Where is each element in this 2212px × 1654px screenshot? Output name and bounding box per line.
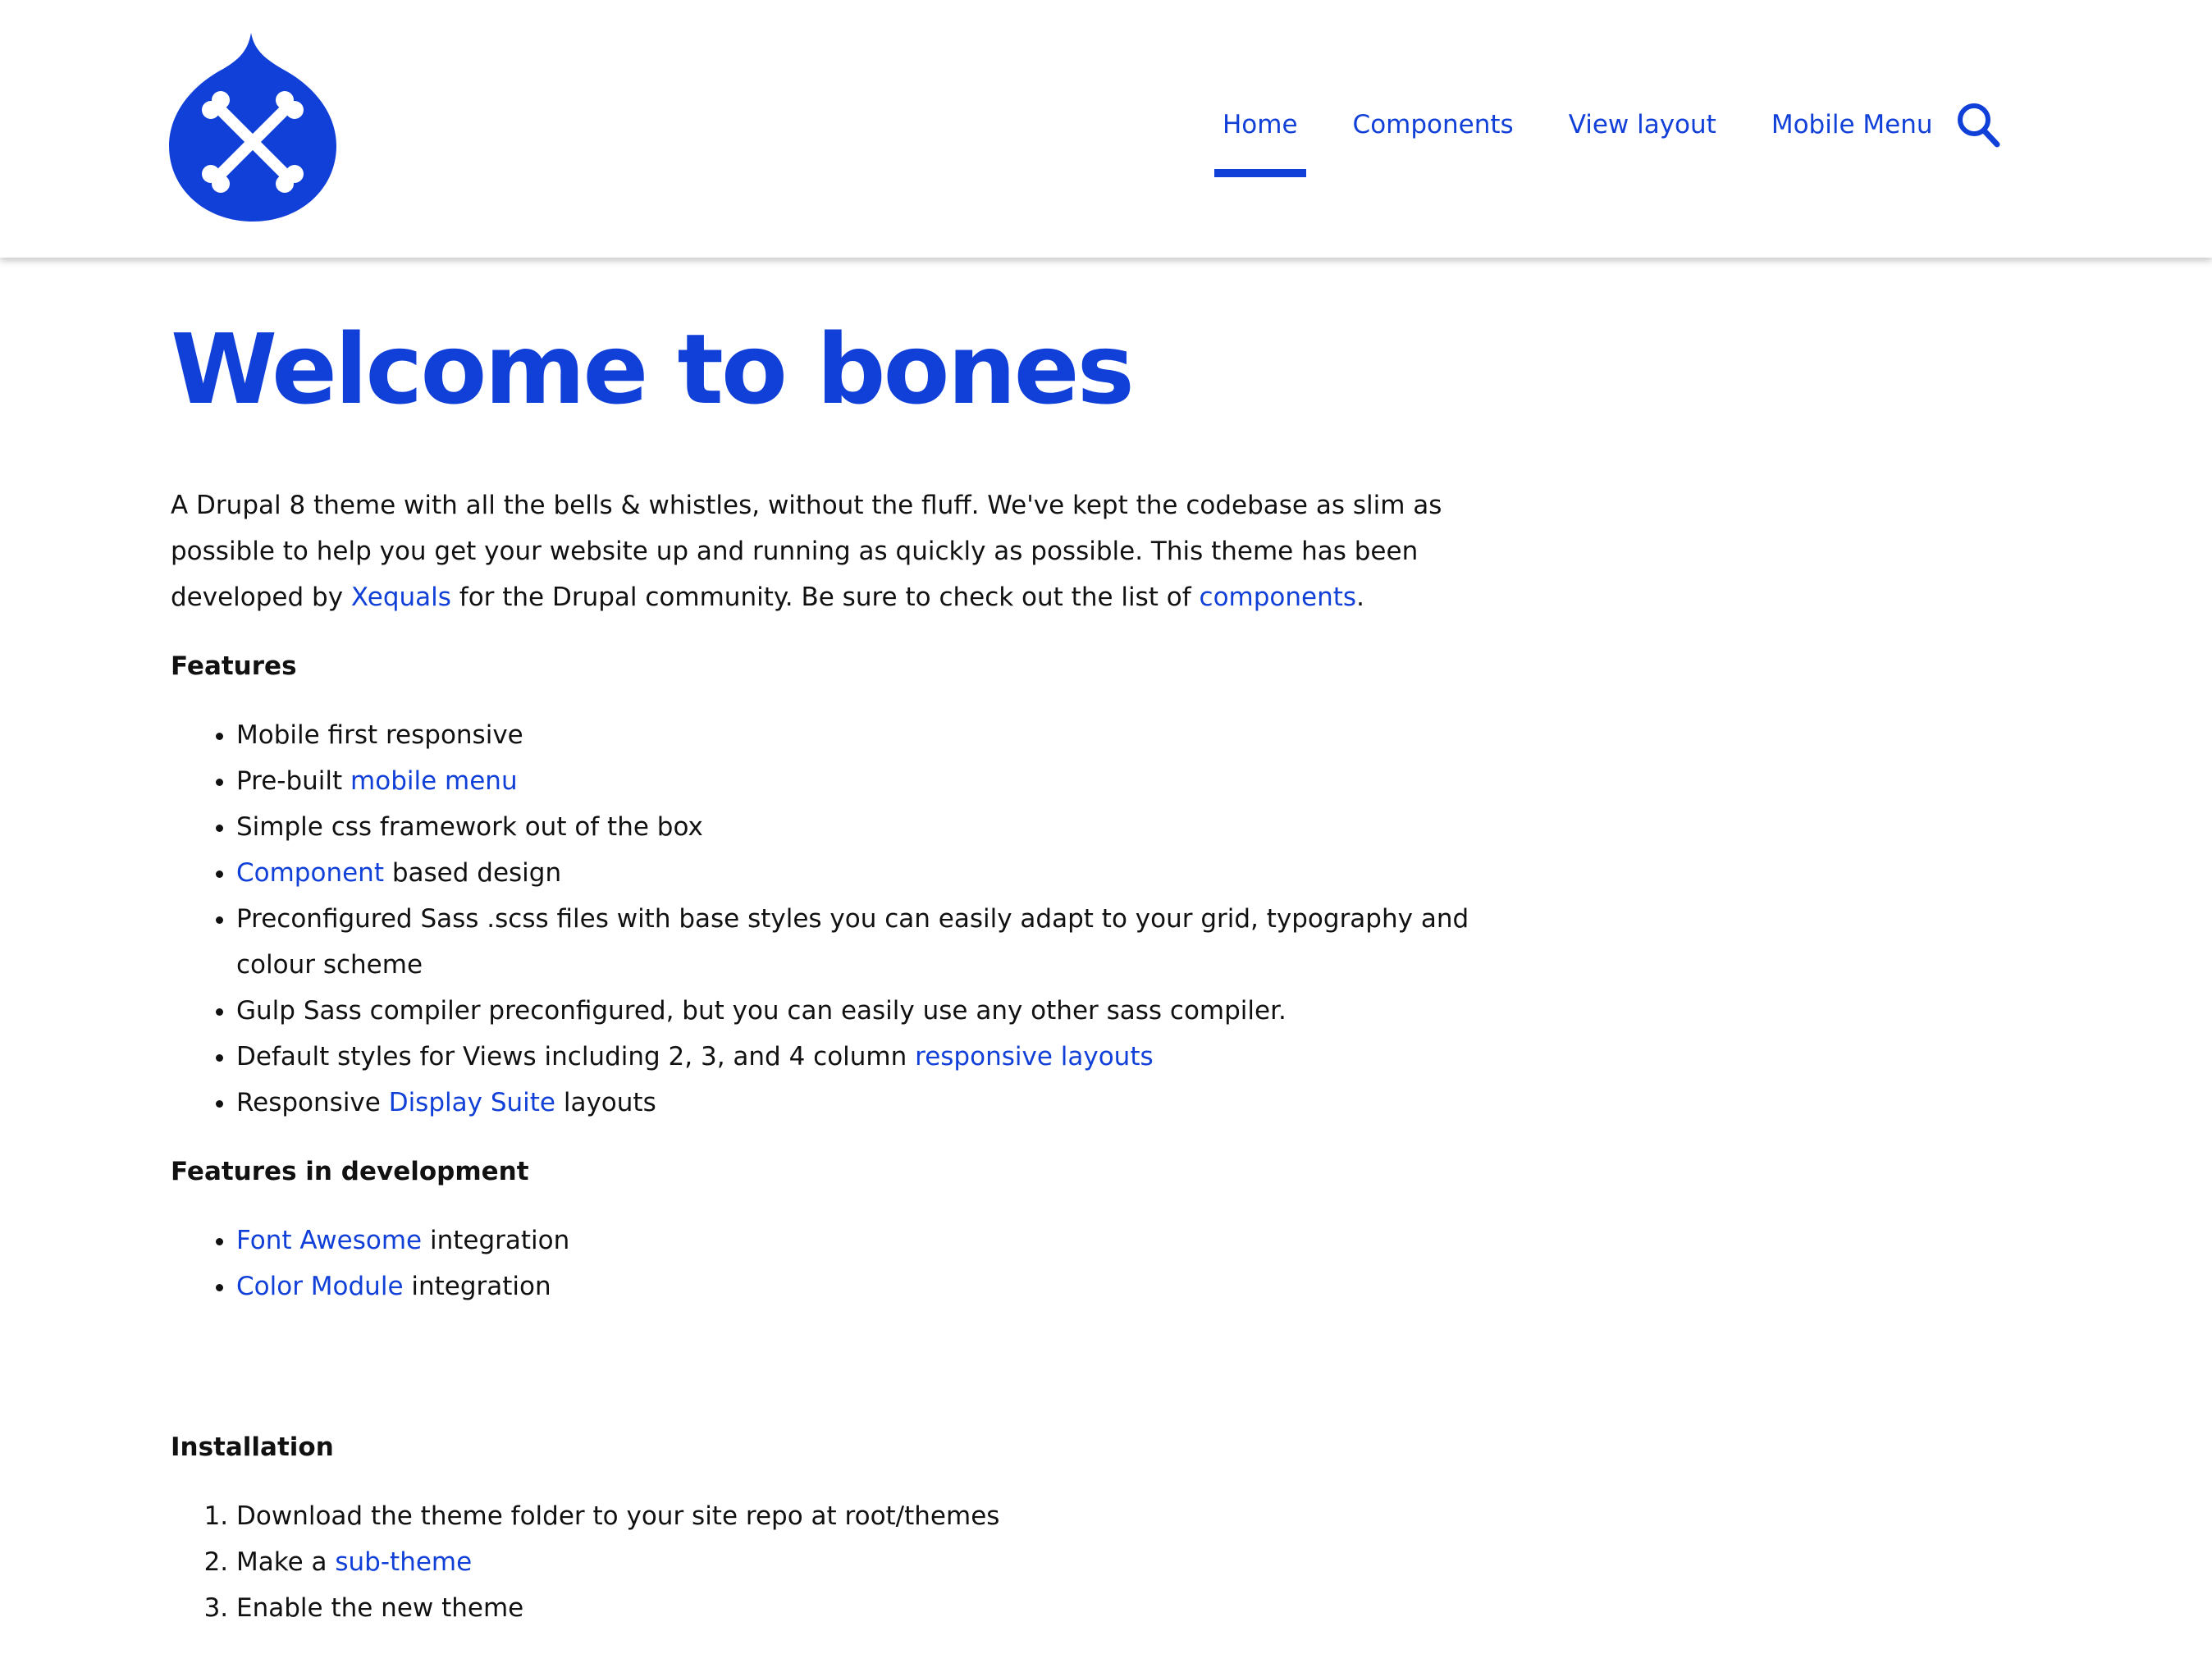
list-item: Gulp Sass compiler preconfigured, but yo… — [236, 988, 1483, 1034]
list-item: Download the theme folder to your site r… — [236, 1493, 1483, 1539]
main-content: Welcome to bones A Drupal 8 theme with a… — [171, 312, 1483, 1654]
list-item-text: Download the theme folder to your site r… — [236, 1501, 1000, 1531]
list-item-text: Simple css framework out of the box — [236, 812, 703, 842]
list-item: Pre-built mobile menu — [236, 758, 1483, 804]
features-list: Mobile first responsive Pre-built mobile… — [171, 712, 1483, 1126]
xequals-link[interactable]: Xequals — [351, 583, 451, 612]
intro-text: for the Drupal community. Be sure to che… — [450, 583, 1200, 612]
site-header: Home Components View layout Mobile Menu — [0, 0, 2212, 258]
display-suite-link[interactable]: Display Suite — [389, 1088, 555, 1117]
drupal-drop-crossbones-logo[interactable] — [169, 31, 336, 222]
color-module-link[interactable]: Color Module — [236, 1272, 404, 1301]
list-item-text: layouts — [555, 1088, 656, 1117]
nav-item-home[interactable]: Home — [1214, 100, 1306, 177]
nav-item-components[interactable]: Components — [1345, 100, 1522, 169]
list-item-text: Make a — [236, 1547, 336, 1577]
list-item-text: integration — [403, 1272, 551, 1301]
list-item: Simple css framework out of the box — [236, 804, 1483, 850]
features-dev-heading: Features in development — [171, 1157, 529, 1186]
components-link[interactable]: components — [1200, 583, 1357, 612]
list-item-text: Gulp Sass compiler preconfigured, but yo… — [236, 996, 1287, 1026]
list-item-text: Mobile first responsive — [236, 720, 523, 750]
list-item: Make a sub-theme — [236, 1539, 1483, 1585]
list-item-text: Enable the new theme — [236, 1593, 524, 1623]
list-item: Font Awesome integration — [236, 1218, 1483, 1263]
list-item: Color Module integration — [236, 1263, 1483, 1309]
main-navigation: Home Components View layout Mobile Menu — [1214, 100, 1941, 179]
responsive-layouts-link[interactable]: responsive layouts — [915, 1042, 1154, 1071]
nav-item-view-layout[interactable]: View layout — [1561, 100, 1725, 169]
installation-list: Download the theme folder to your site r… — [171, 1493, 1483, 1631]
search-icon[interactable] — [1956, 102, 2000, 148]
intro-paragraph: A Drupal 8 theme with all the bells & wh… — [171, 482, 1483, 620]
list-item-text: integration — [422, 1226, 570, 1255]
list-item-text: Responsive — [236, 1088, 389, 1117]
page-title: Welcome to bones — [171, 313, 1135, 426]
list-item: Responsive Display Suite layouts — [236, 1080, 1483, 1126]
intro-text: . — [1356, 583, 1364, 612]
list-item-text: Pre-built — [236, 766, 351, 796]
nav-item-mobile-menu[interactable]: Mobile Menu — [1763, 100, 1941, 169]
list-item: Preconfigured Sass .scss files with base… — [236, 896, 1483, 988]
list-item: Default styles for Views including 2, 3,… — [236, 1034, 1483, 1080]
installation-heading: Installation — [171, 1432, 334, 1462]
list-item: Mobile first responsive — [236, 712, 1483, 758]
list-item: Component based design — [236, 850, 1483, 896]
component-link[interactable]: Component — [236, 858, 384, 888]
list-item-text: based design — [383, 858, 562, 888]
sub-theme-link[interactable]: sub-theme — [335, 1547, 472, 1577]
features-dev-list: Font Awesome integration Color Module in… — [171, 1218, 1483, 1309]
font-awesome-link[interactable]: Font Awesome — [236, 1226, 422, 1255]
list-item-text: Default styles for Views including 2, 3,… — [236, 1042, 916, 1071]
list-item: Enable the new theme — [236, 1585, 1483, 1631]
list-item-text: Preconfigured Sass .scss files with base… — [236, 904, 1469, 980]
features-heading: Features — [171, 651, 297, 681]
mobile-menu-link[interactable]: mobile menu — [350, 766, 518, 796]
